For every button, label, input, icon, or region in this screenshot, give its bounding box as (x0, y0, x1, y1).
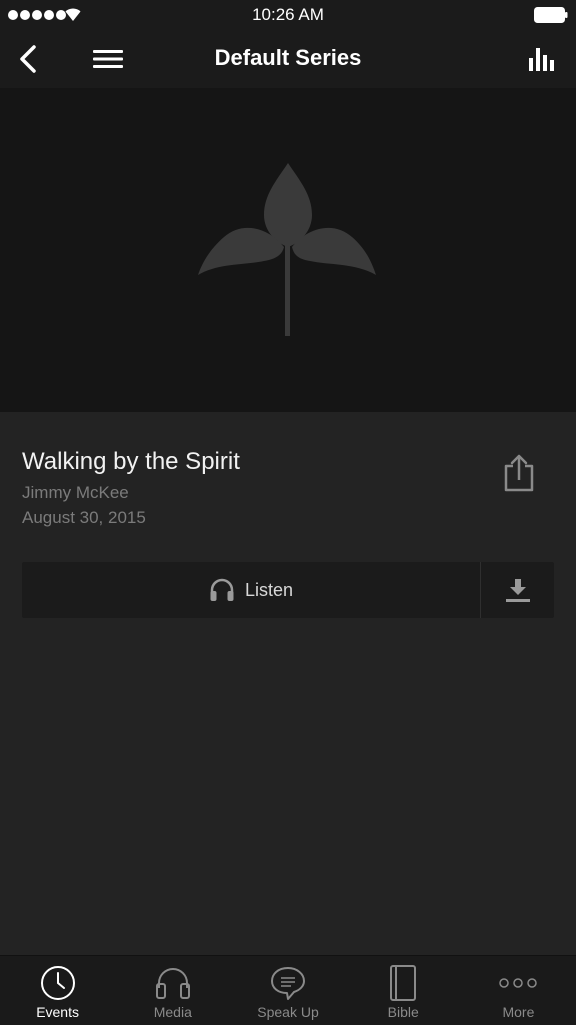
download-button[interactable] (481, 562, 554, 618)
tab-label: More (502, 1004, 535, 1020)
status-bar: 10:26 AM (0, 0, 576, 30)
download-icon (505, 579, 530, 602)
speech-bubble-icon (271, 967, 305, 1000)
book-icon (390, 965, 417, 1001)
bar-chart-icon (529, 48, 554, 71)
tab-label: Speak Up (257, 1004, 319, 1020)
tab-label: Media (153, 1004, 192, 1020)
more-dots-icon (499, 978, 538, 988)
tab-label: Bible (387, 1004, 419, 1020)
share-icon (504, 454, 534, 492)
sermon-speaker: Jimmy McKee (22, 483, 129, 502)
tab-speak-up[interactable]: Speak Up (230, 956, 345, 1025)
tab-events[interactable]: Events (0, 956, 115, 1025)
sermon-title: Walking by the Spirit (22, 448, 240, 475)
tab-bar: Events Media Speak Up Bible More (0, 955, 576, 1025)
tab-bible[interactable]: Bible (346, 956, 461, 1025)
tab-media[interactable]: Media (115, 956, 230, 1025)
headphones-icon (155, 968, 190, 999)
headphones-icon (210, 578, 234, 601)
page-title: Default Series (214, 45, 362, 70)
clock-icon (40, 966, 75, 1000)
media-actions: Listen (22, 562, 554, 618)
sermon-date: August 30, 2015 (22, 508, 146, 527)
listen-button[interactable]: Listen (22, 562, 480, 618)
share-button[interactable] (500, 452, 538, 494)
listen-label: Listen (244, 579, 294, 600)
plant-logo-icon (198, 163, 376, 336)
stats-button[interactable] (522, 42, 562, 76)
sermon-info: Walking by the Spirit Jimmy McKee August… (22, 446, 462, 530)
tab-label: Events (36, 1004, 79, 1020)
tab-more[interactable]: More (461, 956, 576, 1025)
status-time: 10:26 AM (252, 5, 324, 24)
sermon-artwork (0, 88, 576, 412)
navigation-bar: Default Series (0, 30, 576, 88)
battery-icon (534, 7, 568, 23)
